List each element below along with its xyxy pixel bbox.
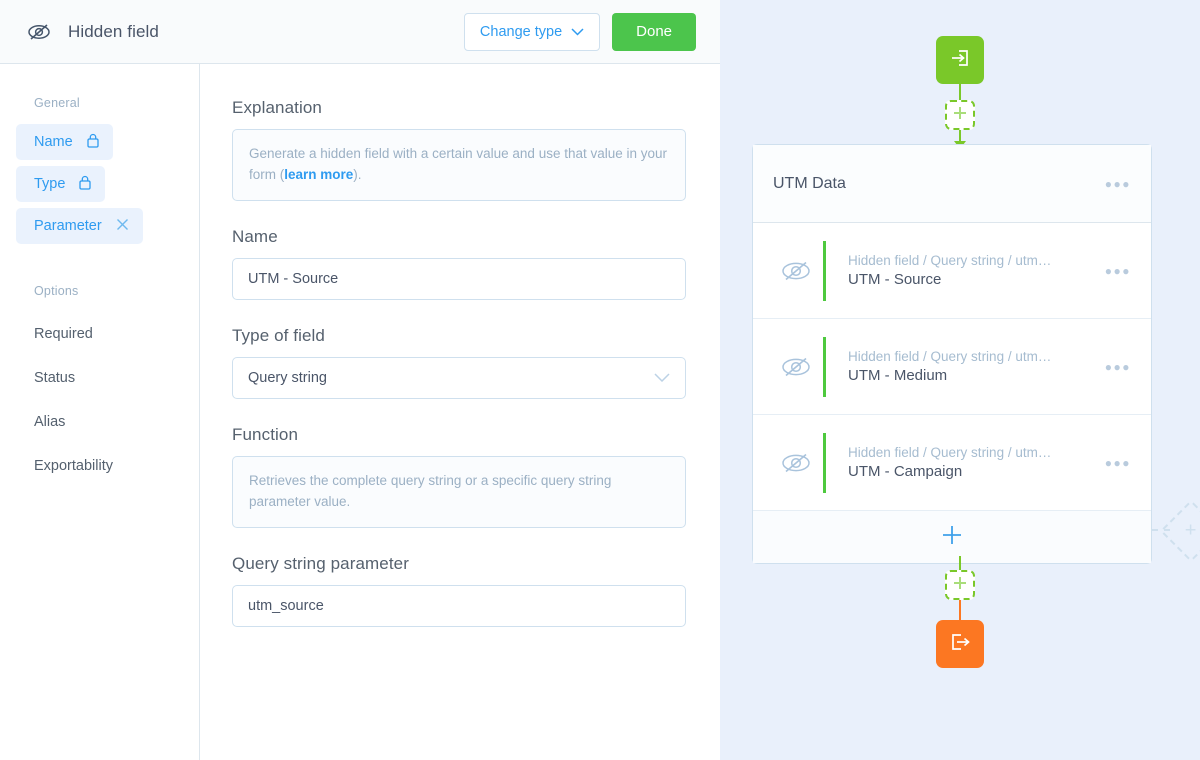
done-button[interactable]: Done bbox=[612, 12, 696, 51]
plus-icon bbox=[952, 105, 968, 126]
sidebar-item-status[interactable]: Status bbox=[0, 356, 199, 400]
sidebar-item-parameter[interactable]: Parameter bbox=[16, 208, 143, 244]
flow-card-row[interactable]: Hidden field / Query string / utm… UTM -… bbox=[753, 319, 1151, 415]
page-title: Hidden field bbox=[68, 21, 159, 41]
flow-row-name: UTM - Medium bbox=[848, 367, 948, 384]
flow-card-row[interactable]: Hidden field / Query string / utm… UTM -… bbox=[753, 415, 1151, 511]
hidden-eye-icon bbox=[779, 259, 823, 283]
hidden-eye-icon bbox=[24, 17, 54, 47]
sidebar-chip-row: Type bbox=[0, 166, 199, 208]
flow-card-add-field-button[interactable] bbox=[753, 511, 1151, 563]
flow-card-title: UTM Data bbox=[773, 174, 846, 192]
type-of-field-value: Query string bbox=[248, 369, 327, 386]
sidebar-group-general: General bbox=[34, 96, 80, 110]
hidden-eye-icon bbox=[779, 451, 823, 475]
explanation-label: Explanation bbox=[232, 98, 322, 117]
name-input[interactable]: UTM - Source bbox=[232, 257, 686, 300]
flow-start-node[interactable] bbox=[936, 36, 984, 84]
exit-arrow-icon bbox=[948, 630, 972, 659]
flow-row-text: Hidden field / Query string / utm… UTM -… bbox=[848, 445, 1051, 480]
plus-icon: + bbox=[1185, 519, 1197, 542]
flow-add-branch-button[interactable]: + bbox=[1159, 499, 1200, 563]
sidebar-item-required[interactable]: Required bbox=[0, 312, 199, 356]
flow-row-text: Hidden field / Query string / utm… UTM -… bbox=[848, 253, 1051, 288]
plus-icon bbox=[952, 575, 968, 596]
sidebar-item-label: Type bbox=[34, 176, 66, 192]
more-options-icon[interactable]: ●●● bbox=[1105, 177, 1131, 191]
flow-add-step-bottom[interactable] bbox=[945, 570, 975, 600]
query-string-parameter-field: Query string parameter utm_source bbox=[232, 554, 686, 627]
flow-row-name: UTM - Source bbox=[848, 271, 942, 288]
more-options-icon[interactable]: ●●● bbox=[1105, 456, 1131, 470]
enter-arrow-icon bbox=[948, 46, 972, 75]
flow-connector bbox=[959, 84, 961, 100]
sidebar-item-name[interactable]: Name bbox=[16, 124, 113, 160]
flow-row-subtitle: Hidden field / Query string / utm… bbox=[848, 349, 1052, 364]
flow-connector bbox=[959, 556, 961, 570]
sidebar-item-exportability[interactable]: Exportability bbox=[0, 444, 199, 488]
sidebar-chip-row: Name bbox=[0, 124, 199, 166]
sidebar-item-type[interactable]: Type bbox=[16, 166, 106, 202]
sidebar-item-label: Parameter bbox=[34, 218, 102, 234]
sidebar-item-label: Required bbox=[34, 326, 93, 342]
name-field: Name UTM - Source bbox=[232, 227, 686, 300]
flow-row-subtitle: Hidden field / Query string / utm… bbox=[848, 253, 1052, 268]
flow-row-subtitle: Hidden field / Query string / utm… bbox=[848, 445, 1052, 460]
chevron-down-icon bbox=[571, 24, 584, 40]
explanation-field: Explanation Generate a hidden field with… bbox=[232, 98, 686, 201]
sidebar-item-label: Alias bbox=[34, 414, 66, 430]
change-type-button[interactable]: Change type bbox=[463, 12, 601, 51]
type-of-field-label: Type of field bbox=[232, 325, 325, 345]
field-editor-pane: Hidden field Change type Done General Na… bbox=[0, 0, 720, 760]
lock-icon bbox=[79, 175, 92, 194]
sidebar-item-label: Status bbox=[34, 370, 76, 386]
done-label: Done bbox=[636, 23, 672, 40]
name-label: Name bbox=[232, 226, 278, 246]
more-options-icon[interactable]: ●●● bbox=[1105, 264, 1131, 278]
learn-more-link[interactable]: learn more bbox=[284, 167, 353, 182]
chevron-down-icon bbox=[654, 370, 670, 386]
app-root: Hidden field Change type Done General Na… bbox=[0, 0, 1200, 760]
field-settings-form: Explanation Generate a hidden field with… bbox=[200, 64, 720, 760]
close-icon[interactable] bbox=[116, 218, 129, 235]
function-box: Retrieves the complete query string or a… bbox=[232, 455, 686, 528]
change-type-label: Change type bbox=[479, 23, 563, 40]
sidebar-item-label: Name bbox=[34, 134, 73, 150]
sidebar-item-label: Exportability bbox=[34, 458, 113, 474]
flow-row-name: UTM - Campaign bbox=[848, 463, 963, 480]
explanation-text-after: ). bbox=[353, 166, 362, 182]
function-field: Function Retrieves the complete query st… bbox=[232, 425, 686, 528]
flow-card-row[interactable]: Hidden field / Query string / utm… UTM -… bbox=[753, 223, 1151, 319]
lock-icon bbox=[87, 133, 99, 152]
query-string-parameter-label: Query string parameter bbox=[232, 553, 409, 573]
query-string-parameter-value: utm_source bbox=[248, 597, 324, 614]
plus-icon bbox=[941, 524, 963, 551]
flow-connector bbox=[959, 600, 961, 620]
type-of-field-select[interactable]: Query string bbox=[232, 356, 686, 399]
more-options-icon[interactable]: ●●● bbox=[1105, 360, 1131, 374]
sidebar-chip-row: Parameter bbox=[0, 208, 199, 250]
flow-end-node[interactable] bbox=[936, 620, 984, 668]
name-input-value: UTM - Source bbox=[248, 270, 339, 287]
editor-topbar: Hidden field Change type Done bbox=[0, 0, 720, 64]
topbar-actions: Change type Done bbox=[463, 12, 696, 51]
flow-row-text: Hidden field / Query string / utm… UTM -… bbox=[848, 349, 1051, 384]
flow-row-accent-bar bbox=[823, 240, 826, 301]
flow-row-accent-bar bbox=[823, 336, 826, 397]
explanation-box: Generate a hidden field with a certain v… bbox=[232, 129, 686, 201]
form-flow-pane: UTM Data ●●● Hidden field / Query string… bbox=[720, 0, 1200, 760]
flow-card-header: UTM Data ●●● bbox=[753, 145, 1151, 223]
flow-add-step-top[interactable] bbox=[945, 100, 975, 130]
editor-sidebar: General Name Type Parameter Options Requ… bbox=[0, 64, 200, 760]
hidden-eye-icon bbox=[779, 355, 823, 379]
flow-row-accent-bar bbox=[823, 432, 826, 493]
flow-card-utm-data: UTM Data ●●● Hidden field / Query string… bbox=[752, 144, 1152, 564]
sidebar-item-alias[interactable]: Alias bbox=[0, 400, 199, 444]
editor-body: General Name Type Parameter Options Requ… bbox=[0, 64, 720, 760]
query-string-parameter-input[interactable]: utm_source bbox=[232, 584, 686, 627]
function-label: Function bbox=[232, 424, 299, 444]
type-of-field: Type of field Query string bbox=[232, 326, 686, 399]
sidebar-group-options: Options bbox=[34, 284, 79, 298]
